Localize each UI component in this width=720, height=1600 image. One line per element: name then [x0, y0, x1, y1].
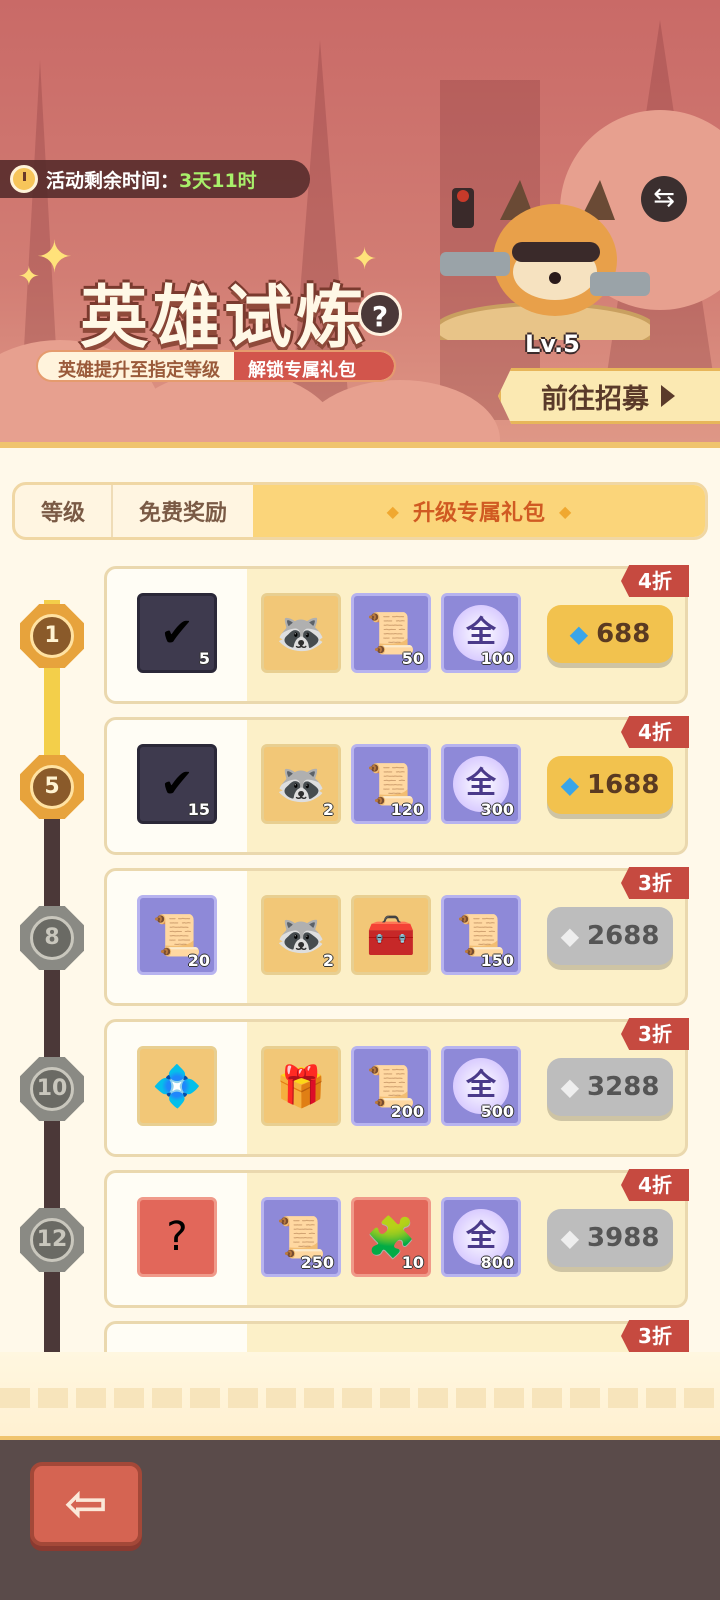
item-quantity: 500 [480, 1102, 514, 1121]
integral-scroll-icon[interactable]: 📜 20 [137, 895, 217, 975]
treasure-chest-icon[interactable]: 🧰 [351, 895, 431, 975]
level-node: 5 [20, 755, 84, 819]
gift-pack-row: 3折 💠 🎁 📜 200 全 500 ◆ 3288 [104, 1018, 689, 1157]
back-button[interactable]: ⇦ [30, 1462, 142, 1546]
integral-scroll-icon[interactable]: 📜 50 [351, 593, 431, 673]
gift-pack-row: 4折? 📜 250 🧩 10 全 800 ◆ 3988 [104, 1169, 689, 1308]
item-quantity: 800 [480, 1253, 514, 1272]
item-quantity: 250 [300, 1253, 334, 1272]
all-orb-icon[interactable]: 全 100 [441, 593, 521, 673]
diamond-ornament-icon: ◆ [559, 501, 572, 521]
buy-price-button[interactable]: ◆ 3988 [547, 1209, 673, 1267]
raccoon-hero-icon[interactable]: 🦝 2 [261, 895, 341, 975]
level-node-number: 1 [30, 614, 74, 658]
item-quantity: 2 [322, 951, 334, 970]
all-orb-icon[interactable]: 全 800 [441, 1197, 521, 1277]
buy-price-button[interactable]: ◆ 3288 [547, 1058, 673, 1116]
level-node: 8 [20, 906, 84, 970]
level-node-number: 5 [30, 765, 74, 809]
integral-scroll-icon[interactable]: 📜 150 [441, 895, 521, 975]
tab-upgrade-packs[interactable]: ◆ 升级专属礼包 ◆ [253, 485, 705, 537]
discount-badge: 4折 [621, 565, 689, 597]
integral-scroll-icon[interactable]: 📜 250 [261, 1197, 341, 1277]
gift-pack-row: 3折 📜 20 🦝 2 🧰 📜 150 ◆ 2688 [104, 867, 689, 1006]
raccoon-hero-icon[interactable]: 🦝 2 [261, 744, 341, 824]
item-quantity: 2 [322, 800, 334, 819]
item-quantity: 15 [187, 800, 210, 819]
swap-hero-button[interactable]: ⇆ [641, 176, 687, 222]
level-node: 1 [20, 604, 84, 668]
tab-level[interactable]: 等级 [15, 485, 113, 537]
event-description: 英雄提升至指定等级 解锁专属礼包 [36, 350, 396, 382]
item-quantity: 120 [390, 800, 424, 819]
item-quantity: 20 [187, 951, 210, 970]
timer-value: 3天11时 [179, 169, 257, 192]
tab-free-rewards[interactable]: 免费奖励 [113, 485, 253, 537]
integral-scroll-icon[interactable]: 📜 200 [351, 1046, 431, 1126]
help-button[interactable]: ? [358, 292, 402, 336]
raccoon-hero-icon[interactable]: 🦝 [261, 593, 341, 673]
tab-bar: 等级 免费奖励 ◆ 升级专属礼包 ◆ [12, 482, 708, 540]
integral-scroll-icon[interactable]: 📜 120 [351, 744, 431, 824]
go-recruit-button[interactable]: 前往招募 [498, 368, 720, 424]
item-quantity: 300 [480, 800, 514, 819]
level-node: 12 [20, 1208, 84, 1272]
all-orb-icon[interactable]: 全 300 [441, 744, 521, 824]
diamond-icon: ◆ [560, 1073, 580, 1101]
buy-price-button[interactable]: ◆ 688 [547, 605, 673, 663]
diamond-ornament-icon: ◆ [386, 501, 399, 521]
all-orb-icon[interactable]: 全 500 [441, 1046, 521, 1126]
diamond-icon: ◆ [569, 620, 589, 648]
discount-badge: 3折 [621, 1320, 689, 1352]
item-quantity: 150 [480, 951, 514, 970]
discount-badge: 4折 [621, 716, 689, 748]
diamond-icon: ◆ [560, 922, 580, 950]
event-timer: 活动剩余时间： 3天11时 [0, 160, 310, 198]
level-node-number: 12 [30, 1218, 74, 1262]
list-bottom-fade [0, 1352, 720, 1442]
discount-badge: 3折 [621, 1018, 689, 1050]
checklist-icon[interactable]: ✔ 15 [137, 744, 217, 824]
discount-badge: 3折 [621, 867, 689, 899]
item-quantity: 200 [390, 1102, 424, 1121]
recruit-label: 前往招募 [541, 383, 649, 415]
item-quantity: 5 [198, 649, 210, 668]
description-right: 解锁专属礼包 [234, 352, 394, 380]
play-arrow-icon [661, 385, 675, 407]
level-node: 10 [20, 1057, 84, 1121]
sparkle-icon: ✦ [36, 232, 73, 283]
diamond-icon: ◆ [560, 1224, 580, 1252]
level-node-number: 8 [30, 916, 74, 960]
magic-box-icon[interactable]: 🎁 [261, 1046, 341, 1126]
hero-level: Lv.5 [525, 330, 580, 358]
crystal-pack-icon[interactable]: 💠 [137, 1046, 217, 1126]
item-quantity: 50 [401, 649, 424, 668]
back-arrow-icon: ⇦ [64, 1474, 108, 1534]
raccoon-hero-portrait [440, 180, 650, 340]
item-quantity: 100 [480, 649, 514, 668]
gift-pack-row: 4折 ✔ 15 🦝 2 📜 120 全 300 ◆ 1688 [104, 716, 689, 855]
puzzle-piece-icon[interactable]: 🧩 10 [351, 1197, 431, 1277]
description-left: 英雄提升至指定等级 [58, 360, 220, 381]
mystery-card-icon[interactable]: ? [137, 1197, 217, 1277]
buy-price-button[interactable]: ◆ 2688 [547, 907, 673, 965]
diamond-icon: ◆ [560, 771, 580, 799]
item-quantity: 10 [401, 1253, 424, 1272]
discount-badge: 4折 [621, 1169, 689, 1201]
buy-price-button[interactable]: ◆ 1688 [547, 756, 673, 814]
checklist-icon[interactable]: ✔ 5 [137, 593, 217, 673]
timer-label: 活动剩余时间： [46, 169, 180, 192]
level-node-number: 10 [30, 1067, 74, 1111]
event-title: 英雄试炼 [80, 279, 369, 358]
gift-pack-row: 4折 ✔ 5 🦝 📜 50 全 100 ◆ 688 [104, 565, 689, 704]
clock-icon [10, 165, 38, 193]
sparkle-icon: ✦ [18, 262, 40, 292]
